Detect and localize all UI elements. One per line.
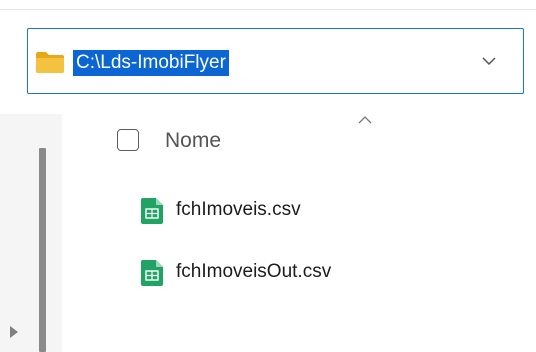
navigation-scrollbar[interactable] (39, 148, 46, 352)
csv-file-icon (141, 260, 163, 286)
select-all-checkbox[interactable] (117, 129, 139, 151)
sort-ascending-icon (358, 116, 372, 124)
file-row[interactable]: fchImoveis.csv (140, 194, 500, 226)
address-bar[interactable]: C:\Lds-ImobiFlyer (27, 28, 524, 94)
expand-arrow-icon[interactable] (10, 326, 18, 338)
address-path[interactable]: C:\Lds-ImobiFlyer (73, 50, 229, 76)
chevron-down-icon[interactable] (481, 54, 497, 68)
top-divider (0, 9, 536, 10)
csv-file-icon (141, 198, 163, 224)
folder-icon (36, 52, 64, 73)
file-name[interactable]: fchImoveis.csv (176, 194, 301, 226)
file-name[interactable]: fchImoveisOut.csv (176, 256, 331, 288)
column-header-name[interactable]: Nome (165, 127, 221, 155)
file-row[interactable]: fchImoveisOut.csv (140, 256, 500, 288)
navigation-pane (0, 114, 62, 352)
